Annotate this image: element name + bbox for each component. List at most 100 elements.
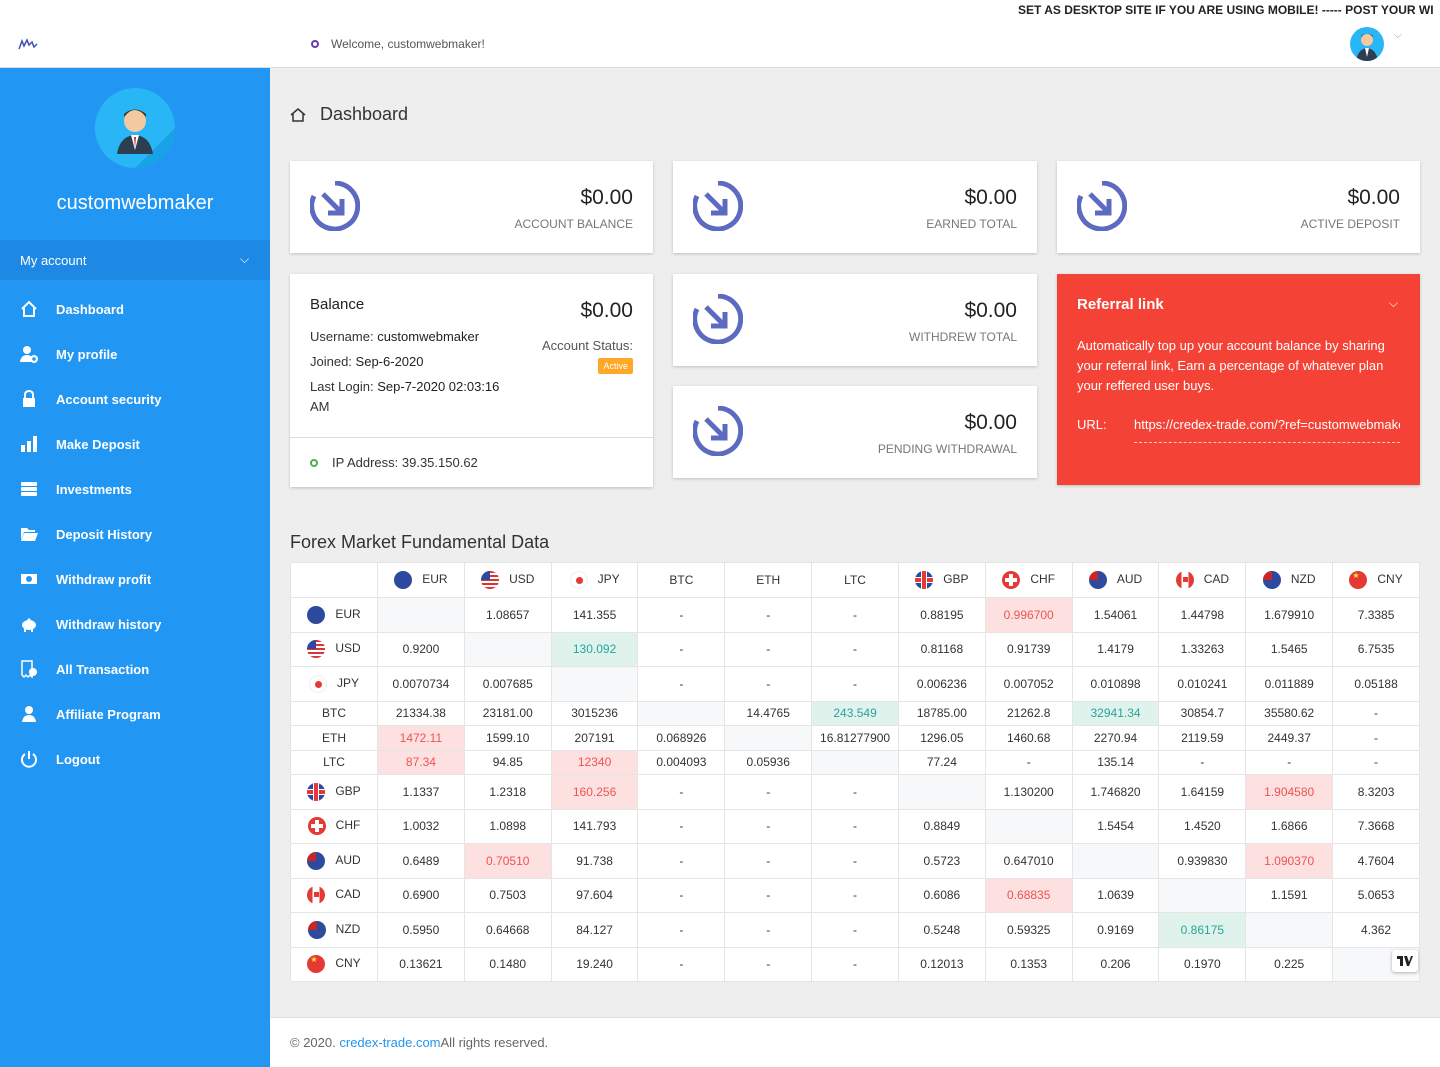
rate-cell: 0.1353 <box>984 946 1073 982</box>
rate-cell: 0.011889 <box>1245 666 1334 702</box>
column-header: GBP <box>897 562 986 598</box>
row-header: CHF <box>290 808 378 844</box>
rate-cell: 1.679910 <box>1245 597 1334 633</box>
last-login-value: Sep-7-2020 02:03:16 <box>377 379 500 394</box>
rate-cell <box>811 749 899 775</box>
rate-cell: 7.3668 <box>1332 808 1420 844</box>
avatar-person-icon <box>117 109 175 168</box>
rate-cell: 2270.94 <box>1071 725 1160 751</box>
balance-title: Balance <box>310 296 365 313</box>
sidebar-item-all-transaction[interactable]: All Transaction <box>0 649 270 689</box>
rate-cell: - <box>811 666 899 702</box>
rate-cell: 243.549 <box>811 700 899 726</box>
rate-cell: 4.362 <box>1332 912 1420 948</box>
footer-site-link[interactable]: credex-trade.com <box>339 1035 440 1050</box>
row-header-label: BTC <box>322 706 346 721</box>
balance-amount: $0.00 <box>580 299 633 322</box>
row-header: LTC <box>290 749 378 775</box>
sidebar-item-deposit-history[interactable]: Deposit History <box>0 514 270 554</box>
sidebar-item-make-deposit[interactable]: Make Deposit <box>0 424 270 464</box>
rate-cell: 0.996700 <box>984 597 1073 633</box>
rate-cell: 0.225 <box>1245 946 1334 982</box>
rate-cell: - <box>811 877 899 913</box>
rate-cell: 0.5723 <box>897 843 986 879</box>
sidebar-item-dashboard[interactable]: Dashboard <box>0 289 270 329</box>
table-row: EUR 1.08657 141.355- - -0.88195 0.996700 1.540… <box>290 597 1420 633</box>
my-account-toggle[interactable]: My account ⌵ <box>0 240 270 280</box>
row-header-label: AUD <box>335 852 361 867</box>
rate-cell: 1.1591 <box>1245 877 1334 913</box>
referral-url[interactable]: https://credex-trade.com/?ref=customwebm… <box>1134 417 1400 443</box>
rate-cell: - <box>637 946 726 982</box>
sidebar-item-my-profile[interactable]: My profile <box>0 334 270 374</box>
rate-cell: - <box>811 843 899 879</box>
rate-cell: - <box>1158 749 1247 775</box>
rate-cell: 1.33263 <box>1158 631 1247 667</box>
rate-cell: 0.9200 <box>377 631 465 667</box>
row-header: CAD <box>290 877 378 913</box>
row-header-label: EUR <box>335 606 361 621</box>
chf-flag-icon <box>1002 571 1021 589</box>
chf-flag-icon <box>307 817 326 836</box>
rate-cell: 32941.34 <box>1071 700 1160 726</box>
sidebar-item-label: My profile <box>56 346 118 362</box>
sidebar-item-logout[interactable]: Logout <box>0 739 270 779</box>
column-header-label: AUD <box>1116 572 1143 587</box>
stat-label: WITHDREW TOTAL <box>909 330 1017 344</box>
rate-cell: 35580.62 <box>1245 700 1334 726</box>
gbp-flag-icon <box>915 571 934 589</box>
stat-amount: $0.00 <box>964 411 1017 434</box>
chevron-down-icon: ⌵ <box>240 252 250 266</box>
user-avatar[interactable] <box>1350 27 1384 61</box>
sidebar-item-label: Investments <box>56 481 132 497</box>
sidebar-item-affiliate-program[interactable]: Affiliate Program <box>0 694 270 734</box>
row-header-label: JPY <box>336 675 359 690</box>
row-header-label: GBP <box>335 783 361 798</box>
column-header: LTC <box>811 562 899 598</box>
rate-cell: - <box>724 808 813 844</box>
rate-cell: - <box>637 597 726 633</box>
welcome-message: Welcome, customwebmaker! <box>311 37 485 51</box>
stat-amount: $0.00 <box>964 299 1017 322</box>
stat-amount: $0.00 <box>964 186 1017 209</box>
rate-cell: 1.54061 <box>1071 597 1160 633</box>
sidebar-item-withdraw-profit[interactable]: Withdraw profit <box>0 559 270 599</box>
earned-total-card: $0.00 EARNED TOTAL <box>673 161 1037 253</box>
sidebar-item-investments[interactable]: Investments <box>0 469 270 509</box>
tradingview-logo-icon[interactable] <box>1392 950 1418 972</box>
status-dot-icon <box>310 458 318 467</box>
sidebar-item-account-security[interactable]: Account security <box>0 379 270 419</box>
balance-card: Balance $0.00 Username: customwebmaker J… <box>290 274 653 487</box>
logo-icon[interactable] <box>18 38 38 50</box>
rate-cell: - <box>811 774 899 810</box>
sidebar-item-withdraw-history[interactable]: Withdraw history <box>0 604 270 644</box>
rate-cell <box>897 774 986 810</box>
active-deposit-card: $0.00 ACTIVE DEPOSIT <box>1057 161 1420 253</box>
rate-cell: 8.3203 <box>1332 774 1420 810</box>
bar-chart-icon <box>20 435 38 453</box>
rate-cell: 0.12013 <box>897 946 986 982</box>
chevron-down-icon[interactable]: ⌵ <box>1394 30 1402 41</box>
chevron-down-icon[interactable]: ⌵ <box>1389 296 1398 311</box>
rate-cell: 77.24 <box>897 749 986 775</box>
rate-cell: 0.05188 <box>1332 666 1420 702</box>
folder-open-icon <box>20 525 38 543</box>
rate-cell: - <box>724 666 813 702</box>
username-row: Username: customwebmaker <box>310 329 479 344</box>
rate-cell: 7.3385 <box>1332 597 1420 633</box>
rate-cell <box>1071 843 1160 879</box>
column-header-label: NZD <box>1290 572 1316 587</box>
last-login-suffix: AM <box>310 399 330 414</box>
row-header: EUR <box>290 597 378 633</box>
rate-cell <box>984 808 1073 844</box>
column-header-label: BTC <box>669 573 694 587</box>
row-header: AUD <box>290 843 378 879</box>
rate-cell: - <box>637 843 726 879</box>
rate-cell: 141.793 <box>550 808 639 844</box>
eur-flag-icon <box>307 605 326 624</box>
rate-cell: 21334.38 <box>377 700 465 726</box>
forex-title: Forex Market Fundamental Data <box>290 532 550 552</box>
rate-cell: 0.59325 <box>984 912 1073 948</box>
footer: © 2020. credex-trade.com All rights rese… <box>270 1017 1440 1067</box>
stat-label: PENDING WITHDRAWAL <box>877 442 1017 456</box>
